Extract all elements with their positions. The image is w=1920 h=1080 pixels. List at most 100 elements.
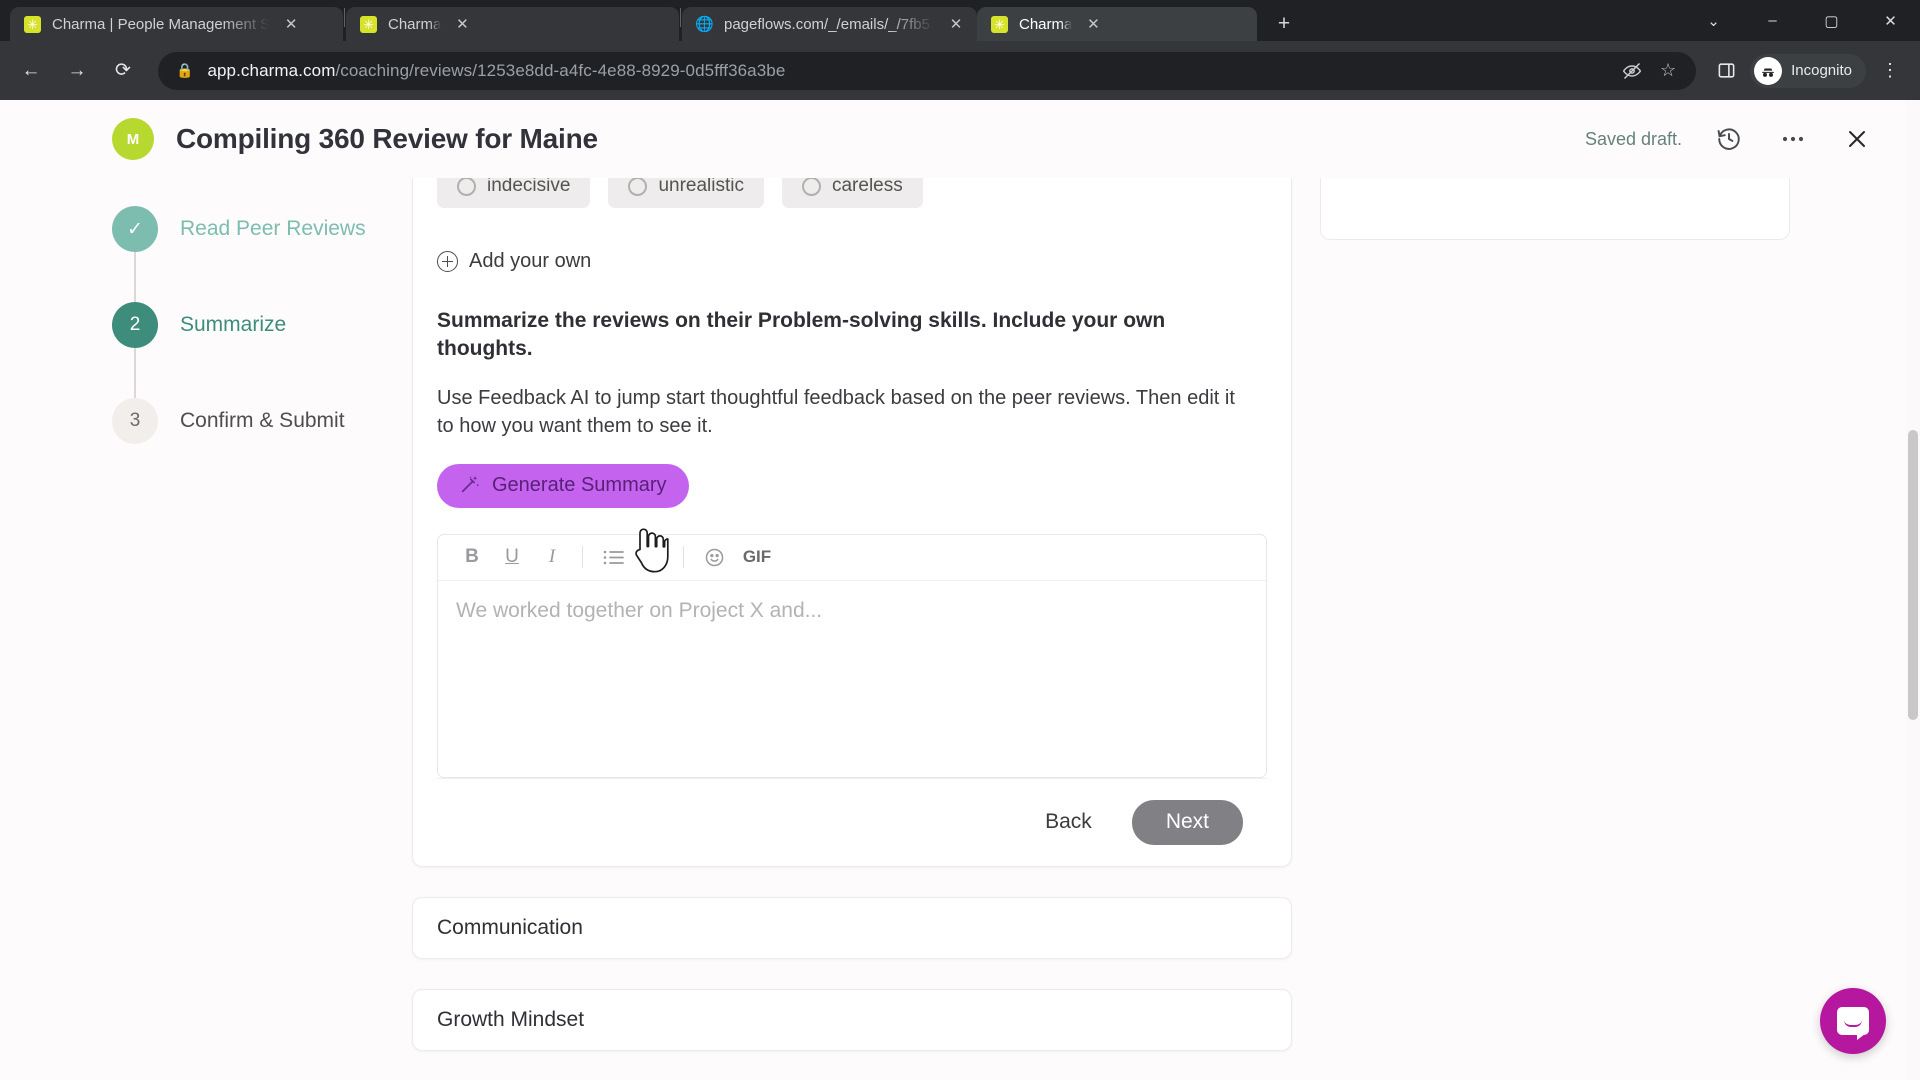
rail-card (1320, 178, 1790, 240)
browser-tab-4-active[interactable]: ✳ Charma ✕ (977, 7, 1257, 41)
star-icon[interactable]: ☆ (1652, 55, 1684, 87)
tab-title: Charma (1019, 15, 1073, 33)
chat-bubble-icon (1837, 1007, 1869, 1040)
three-dot-menu-icon[interactable]: ⋮ (1872, 53, 1908, 89)
maximize-icon[interactable]: ▢ (1802, 0, 1861, 41)
address-bar[interactable]: 🔒 app.charma.com/coaching/reviews/1253e8… (158, 51, 1697, 90)
progress-stepper: ✓ Read Peer Reviews 2 Summarize 3 Confir… (112, 178, 412, 1051)
add-your-own-button[interactable]: Add your own (437, 250, 1267, 273)
chip-label: indecisive (487, 178, 571, 196)
circle-icon (457, 178, 476, 196)
side-panel-icon[interactable] (1708, 53, 1744, 89)
chip-label: unrealistic (658, 178, 744, 196)
trait-chips: indecisive unrealistic careless (437, 178, 1267, 208)
omnibox-actions: ☆ (1616, 55, 1690, 87)
bold-icon[interactable]: B (452, 540, 492, 574)
magic-wand-icon (459, 473, 481, 499)
forward-icon[interactable]: → (58, 52, 96, 90)
review-header: M Compiling 360 Review for Maine Saved d… (0, 100, 1920, 178)
tab-title: Charma (388, 15, 442, 33)
close-window-icon[interactable]: ✕ (1861, 0, 1920, 41)
charma-app: M Compiling 360 Review for Maine Saved d… (0, 100, 1920, 1080)
browser-tab-2[interactable]: ✳ Charma ✕ (346, 7, 679, 41)
step-check-icon: ✓ (112, 206, 158, 252)
browser-toolbar: ← → ⟳ 🔒 app.charma.com/coaching/reviews/… (0, 41, 1920, 100)
browser-tab-1[interactable]: ✳ Charma | People Management S ✕ (10, 7, 343, 41)
editor-text-area[interactable]: We worked together on Project X and... (438, 581, 1266, 777)
bullet-list-icon[interactable] (593, 540, 633, 574)
close-icon[interactable] (1840, 122, 1874, 156)
history-clock-icon[interactable] (1712, 122, 1746, 156)
page-scrollbar[interactable] (1906, 100, 1920, 1080)
tab-close-icon[interactable]: ✕ (945, 13, 967, 35)
minimize-icon[interactable]: – (1743, 0, 1802, 41)
chip-label: careless (831, 178, 903, 196)
numbered-list-icon[interactable]: 1 2 3 (633, 540, 673, 574)
tab-search-icon[interactable]: ⌄ (1684, 0, 1743, 41)
reload-icon[interactable]: ⟳ (104, 52, 142, 90)
underline-icon[interactable]: U (492, 540, 532, 574)
step-label: Summarize (180, 313, 287, 336)
trait-chip[interactable]: unrealistic (608, 178, 764, 208)
plus-circle-icon (437, 251, 458, 272)
intercom-launcher-button[interactable] (1820, 988, 1886, 1054)
italic-icon[interactable]: I (532, 540, 572, 574)
globe-icon: 🌐 (695, 15, 714, 33)
review-body: ✓ Read Peer Reviews 2 Summarize 3 Confir… (0, 178, 1920, 1051)
sidebar-item-confirm-submit[interactable]: 3 Confirm & Submit (112, 398, 412, 444)
rich-text-editor[interactable]: B U I 1 2 3 GIF We worked together on Pr… (437, 533, 1267, 778)
new-tab-button[interactable]: + (1267, 7, 1301, 41)
trait-chip[interactable]: indecisive (437, 178, 591, 208)
section-communication[interactable]: Communication (412, 896, 1292, 959)
svg-text:3: 3 (643, 561, 647, 566)
back-button[interactable]: Back (1031, 802, 1106, 842)
tab-close-icon[interactable]: ✕ (1082, 13, 1104, 35)
main-column: indecisive unrealistic careless Add your… (412, 178, 1292, 1051)
tab-close-icon[interactable]: ✕ (451, 13, 473, 35)
step-label: Read Peer Reviews (180, 217, 366, 240)
tab-close-icon[interactable]: ✕ (280, 13, 302, 35)
section-label: Communication (437, 915, 583, 939)
header-actions: Saved draft. (1585, 122, 1874, 156)
page-title: Compiling 360 Review for Maine (176, 123, 598, 154)
section-growth-mindset[interactable]: Growth Mindset (412, 988, 1292, 1051)
step-connector (134, 348, 136, 398)
url-domain: app.charma.com (207, 60, 336, 80)
smile-shape (1844, 1020, 1862, 1027)
incognito-icon (1754, 56, 1783, 85)
window-controls: ⌄ – ▢ ✕ (1684, 0, 1920, 41)
next-button[interactable]: Next (1131, 799, 1243, 845)
profile-chip[interactable]: Incognito (1750, 53, 1866, 88)
editor-placeholder: We worked together on Project X and... (456, 598, 823, 622)
toolbar-right: Incognito ⋮ (1708, 53, 1908, 89)
charma-icon: ✳ (360, 15, 377, 33)
more-horizontal-icon[interactable] (1776, 122, 1810, 156)
url-path: /coaching/reviews/1253e8dd-a4fc-4e88-892… (335, 60, 786, 80)
add-your-own-label: Add your own (469, 250, 592, 272)
tab-title: pageflows.com/_/emails/_/7fb5… (724, 15, 935, 33)
step-connector (134, 252, 136, 302)
browser-tab-3[interactable]: 🌐 pageflows.com/_/emails/_/7fb5… ✕ (682, 7, 977, 41)
circle-icon (628, 178, 648, 196)
sidebar-item-summarize[interactable]: 2 Summarize (112, 302, 412, 348)
trait-chip[interactable]: careless (781, 178, 923, 208)
scrollbar-thumb[interactable] (1908, 430, 1918, 720)
status-badge: Saved draft. (1584, 128, 1682, 149)
emoji-icon[interactable] (694, 540, 734, 574)
sidebar-item-read-peer-reviews[interactable]: ✓ Read Peer Reviews (112, 206, 412, 252)
tab-title: Charma | People Management S (52, 15, 271, 33)
toolbar-divider (582, 546, 583, 569)
right-rail (1320, 178, 1790, 1051)
profile-label: Incognito (1791, 62, 1852, 79)
card-footer: Back Next (437, 777, 1267, 866)
prompt-text: Summarize the reviews on their Problem-s… (437, 309, 1166, 361)
subprompt-text: Use Feedback AI to jump start thoughtful… (437, 386, 1235, 437)
eye-slash-icon[interactable] (1616, 55, 1648, 87)
gif-icon[interactable]: GIF (734, 540, 780, 574)
circle-icon (801, 178, 821, 196)
charma-icon: ✳ (991, 15, 1008, 33)
back-icon[interactable]: ← (12, 52, 50, 90)
generate-summary-button[interactable]: Generate Summary (437, 463, 689, 508)
summarize-card: indecisive unrealistic careless Add your… (412, 178, 1292, 867)
step-label: Confirm & Submit (180, 409, 345, 432)
